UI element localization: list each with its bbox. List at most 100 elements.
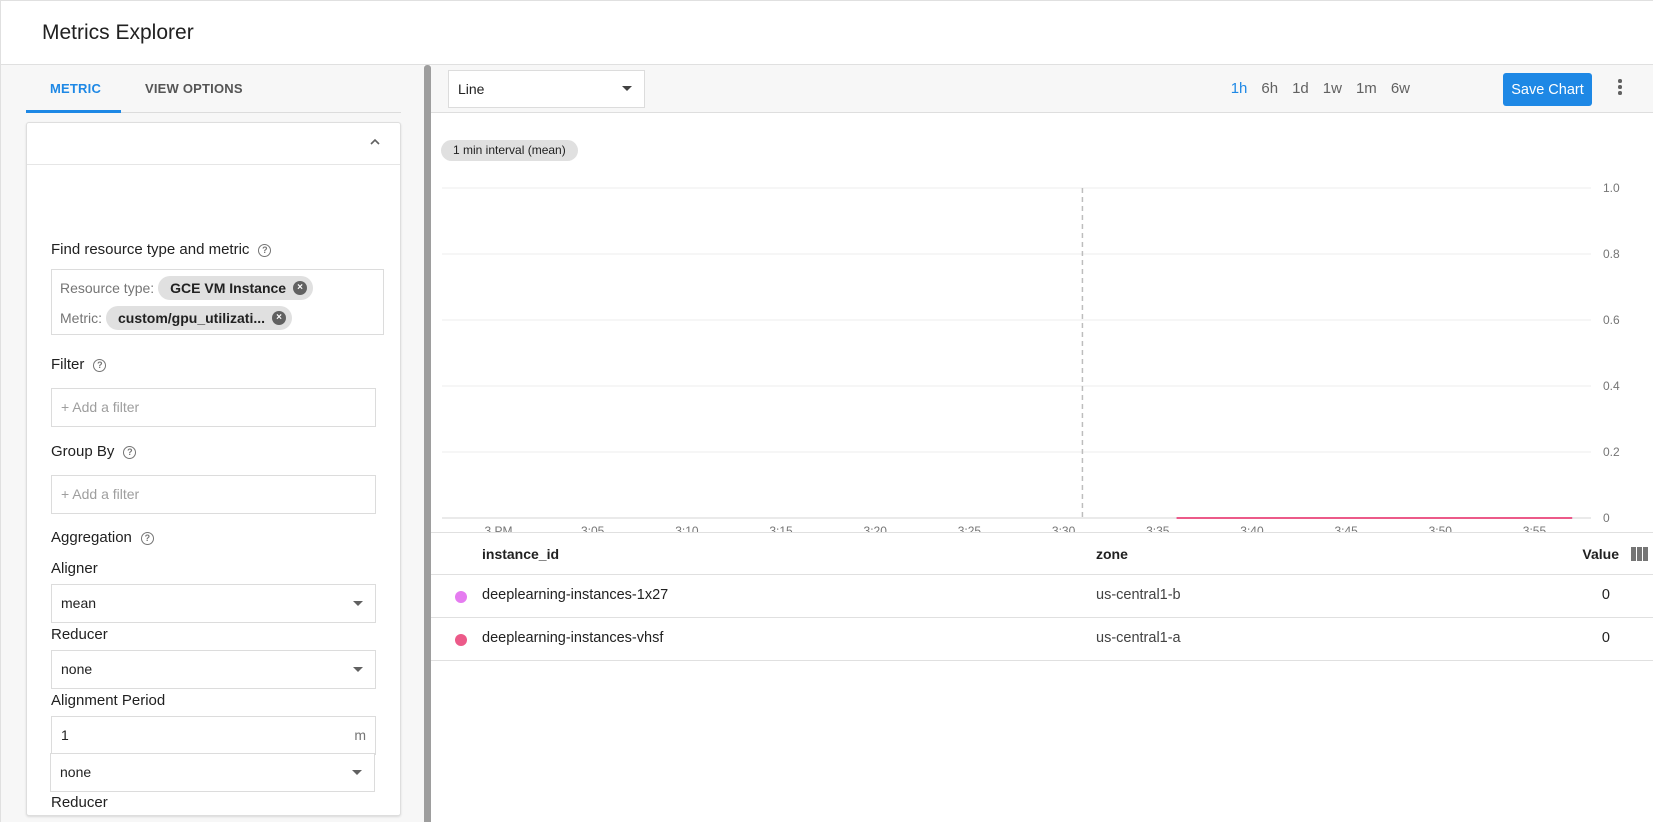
- alignment-period-unit: m: [354, 727, 366, 743]
- tab-view-options[interactable]: VIEW OPTIONS: [145, 81, 243, 96]
- zone-cell: us-central1-b: [1096, 587, 1181, 603]
- dropdown-arrow-icon: [353, 601, 363, 606]
- more-options-icon[interactable]: [1617, 79, 1623, 99]
- remove-chip-icon[interactable]: ×: [293, 281, 308, 295]
- range-1h[interactable]: 1h: [1231, 80, 1248, 97]
- y-tick-label: 1.0: [1603, 181, 1620, 195]
- x-tick-label: 3:55: [1523, 524, 1547, 532]
- reducer-value: none: [61, 661, 93, 677]
- reducer-select[interactable]: none: [51, 650, 376, 689]
- metric-config-panel: METRIC VIEW OPTIONS Find resource type a…: [0, 65, 424, 822]
- y-tick-label: 0.8: [1603, 247, 1620, 261]
- x-tick-label: 3:35: [1146, 524, 1170, 532]
- metric-label: Metric:: [60, 310, 102, 326]
- series-color-dot: [455, 591, 467, 603]
- x-tick-label: 3:30: [1052, 524, 1076, 532]
- columns-icon[interactable]: [1631, 547, 1649, 561]
- column-header-zone[interactable]: zone: [1096, 546, 1128, 562]
- dropdown-arrow-icon: [622, 86, 632, 91]
- chart-toolbar: Line 1h 6h 1d 1w 1m 6w Save Chart: [431, 65, 1653, 113]
- zone-cell: us-central1-a: [1096, 630, 1181, 646]
- range-1w[interactable]: 1w: [1323, 80, 1342, 97]
- dropdown-arrow-icon: [352, 770, 362, 775]
- config-tabs: METRIC VIEW OPTIONS: [26, 65, 401, 113]
- secondary-reducer-value: none: [60, 764, 92, 780]
- filter-label: Filter: [51, 356, 85, 373]
- secondary-reducer-label: Reducer: [51, 794, 108, 811]
- line-chart[interactable]: 0 0.2 0.4 0.6 0.8 1.0 3 PM 3:05 3:10 3:15 3:20 3:25…: [431, 113, 1653, 532]
- filter-heading: Filter?: [51, 356, 107, 373]
- chart-type-select[interactable]: Line: [448, 70, 645, 108]
- aligner-value: mean: [61, 595, 97, 611]
- panel-resize-handle[interactable]: [424, 65, 431, 822]
- x-tick-label: 3:10: [675, 524, 699, 532]
- legend-table: instance_id zone Value deeplearning-inst…: [431, 532, 1653, 661]
- chart-panel: Line 1h 6h 1d 1w 1m 6w Save Chart 1 min …: [431, 65, 1653, 822]
- x-tick-label: 3:05: [581, 524, 605, 532]
- help-icon[interactable]: ?: [140, 532, 154, 545]
- group-by-heading: Group By?: [51, 443, 137, 460]
- aggregation-label: Aggregation: [51, 529, 132, 546]
- value-cell: 0: [1601, 630, 1610, 646]
- filter-input[interactable]: + Add a filter: [51, 388, 376, 427]
- group-by-label: Group By: [51, 443, 115, 460]
- column-header-value[interactable]: Value: [1582, 546, 1619, 562]
- y-tick-label: 0.6: [1603, 313, 1620, 327]
- x-tick-label: 3:15: [769, 524, 793, 532]
- page-title: Metrics Explorer: [42, 21, 194, 44]
- find-resource-heading: Find resource type and metric?: [51, 241, 272, 258]
- metrics-explorer-app: Metrics Explorer METRIC VIEW OPTIONS Fin…: [0, 0, 1653, 822]
- active-tab-indicator: [26, 110, 121, 113]
- metric-row: Metric: custom/gpu_utilizati... ×: [60, 305, 293, 331]
- remove-chip-icon[interactable]: ×: [272, 311, 287, 325]
- resource-metric-selector[interactable]: Resource type: GCE VM Instance × Metric:…: [51, 269, 384, 335]
- aligner-select[interactable]: mean: [51, 584, 376, 623]
- help-icon[interactable]: ?: [258, 244, 272, 257]
- resource-type-value: GCE VM Instance: [170, 280, 287, 296]
- find-resource-label: Find resource type and metric: [51, 241, 250, 258]
- help-icon[interactable]: ?: [123, 446, 137, 459]
- chevron-up-icon[interactable]: [368, 135, 382, 149]
- alignment-period-input[interactable]: 1 m: [51, 716, 376, 755]
- x-tick-label: 3 PM: [485, 524, 513, 532]
- x-tick-label: 3:45: [1334, 524, 1358, 532]
- range-1d[interactable]: 1d: [1292, 80, 1309, 97]
- page-header: Metrics Explorer: [0, 0, 1653, 65]
- save-chart-button[interactable]: Save Chart: [1503, 73, 1592, 106]
- card-header: [27, 123, 400, 165]
- range-1m[interactable]: 1m: [1356, 80, 1377, 97]
- instance-id-cell: deeplearning-instances-vhsf: [482, 630, 664, 646]
- alignment-period-label: Alignment Period: [51, 692, 166, 709]
- group-by-input[interactable]: + Add a filter: [51, 475, 376, 514]
- column-header-instance-id[interactable]: instance_id: [482, 546, 559, 562]
- y-tick-label: 0: [1603, 511, 1610, 525]
- chart-type-value: Line: [458, 81, 485, 97]
- dropdown-arrow-icon: [353, 667, 363, 672]
- range-6h[interactable]: 6h: [1261, 80, 1278, 97]
- x-tick-label: 3:50: [1429, 524, 1453, 532]
- aggregation-heading: Aggregation?: [51, 529, 154, 546]
- help-icon[interactable]: ?: [93, 359, 107, 372]
- metric-value: custom/gpu_utilizati...: [118, 310, 266, 326]
- instance-id-cell: deeplearning-instances-1x27: [482, 587, 669, 603]
- value-cell: 0: [1601, 587, 1610, 603]
- metric-chip[interactable]: custom/gpu_utilizati... ×: [106, 306, 293, 330]
- y-tick-label: 0.4: [1603, 379, 1620, 393]
- secondary-reducer-select[interactable]: none: [50, 753, 375, 792]
- range-6w[interactable]: 6w: [1391, 80, 1410, 97]
- table-row[interactable]: deeplearning-instances-vhsf us-central1-…: [431, 618, 1653, 661]
- resource-type-row: Resource type: GCE VM Instance ×: [60, 275, 314, 301]
- reducer-label: Reducer: [51, 626, 108, 643]
- y-tick-label: 0.2: [1603, 445, 1620, 459]
- metric-card: Find resource type and metric? Resource …: [26, 122, 401, 816]
- resource-type-label: Resource type:: [60, 280, 155, 296]
- resource-type-chip[interactable]: GCE VM Instance ×: [158, 276, 314, 300]
- aligner-label: Aligner: [51, 560, 98, 577]
- time-range-selector: 1h 6h 1d 1w 1m 6w: [1217, 80, 1410, 97]
- series-color-dot: [455, 634, 467, 646]
- table-row[interactable]: deeplearning-instances-1x27 us-central1-…: [431, 575, 1653, 618]
- x-tick-label: 3:40: [1240, 524, 1264, 532]
- x-tick-label: 3:20: [864, 524, 888, 532]
- table-header: instance_id zone Value: [431, 532, 1653, 575]
- tab-metric[interactable]: METRIC: [50, 81, 101, 96]
